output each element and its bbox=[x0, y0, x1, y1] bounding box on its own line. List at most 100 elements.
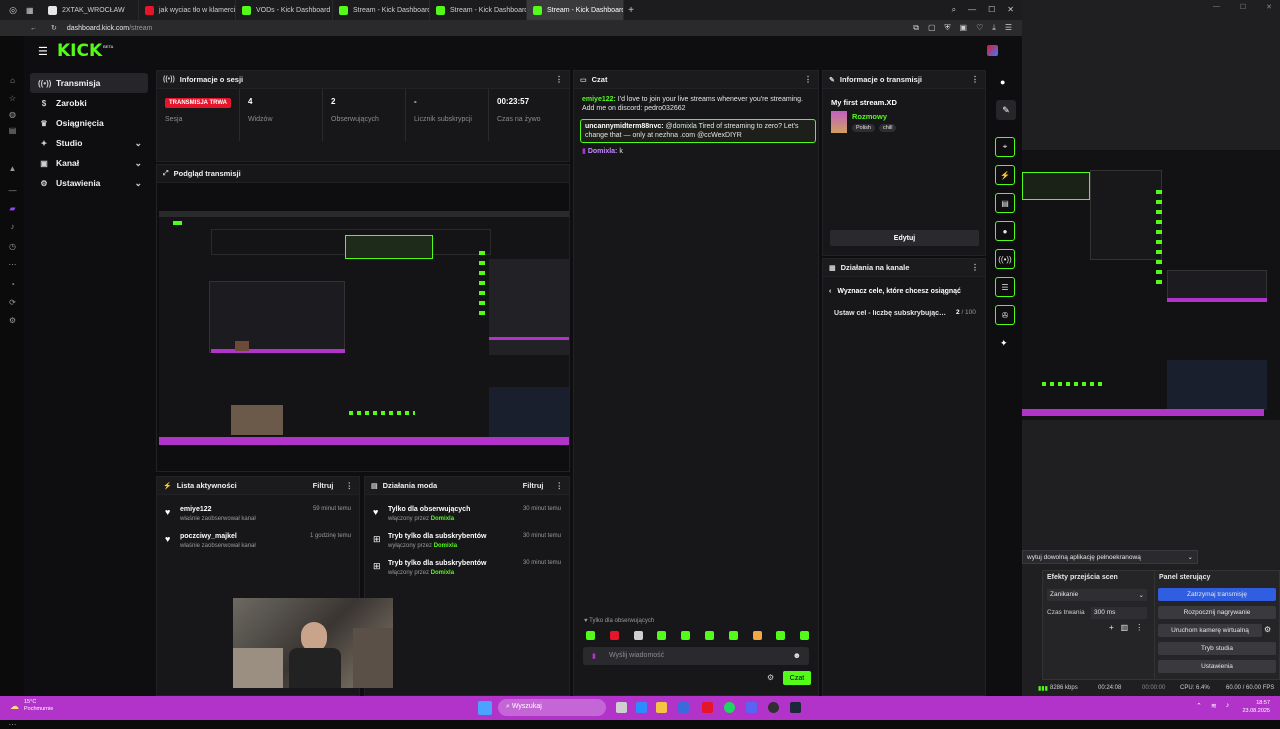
wifi-icon[interactable]: ≋ bbox=[1211, 702, 1217, 710]
emote-icon[interactable] bbox=[752, 631, 762, 640]
file-explorer-icon[interactable] bbox=[656, 702, 667, 713]
fullscreen-app-select[interactable]: wytuj dowolną aplikację pełnoekranową ⌄ bbox=[1022, 550, 1198, 564]
chat-message[interactable]: ▮ Domixla: k bbox=[582, 147, 814, 156]
camera-icon[interactable]: ⧉ bbox=[913, 23, 919, 33]
activity-filter-button[interactable]: Filtruj bbox=[313, 481, 334, 490]
mod-action-item[interactable]: ⊞ Tryb tylko dla subskrybentów wyłączony p… bbox=[373, 532, 561, 558]
taskbar-clock[interactable]: 18:57 23.08.2025 bbox=[1242, 699, 1270, 715]
steam-icon[interactable] bbox=[790, 702, 801, 713]
chat-message-highlighted[interactable]: uncannymidterm88nvc: @domixla Tired of s… bbox=[580, 119, 816, 143]
chat-input[interactable]: ▮ Wyślij wiadomość ☻ bbox=[583, 647, 809, 665]
home-icon[interactable]: ⌂ bbox=[8, 76, 17, 85]
browser-tab[interactable]: Stream - Kick Dashboard bbox=[527, 0, 624, 20]
edit-button[interactable]: Edytuj bbox=[830, 230, 979, 246]
mod-filter-button[interactable]: Filtruj bbox=[523, 481, 544, 490]
emote-icon[interactable] bbox=[657, 631, 667, 640]
sidebar-item-4[interactable]: ▣ Kanał ⌄ bbox=[30, 153, 148, 173]
goal-item[interactable]: Ustaw cel - liczbę subskrybujących bbox=[834, 310, 949, 317]
activity-item[interactable]: ♥ poczciwy_majkel właśnie zaobserwował kan… bbox=[165, 532, 351, 558]
sync-icon[interactable]: ⟳ bbox=[8, 298, 17, 307]
discord-icon[interactable] bbox=[746, 702, 757, 713]
browser-tab[interactable]: jak wyciac tło w klamercie bbox=[139, 0, 236, 20]
obs-control-button[interactable]: Zatrzymaj transmisję bbox=[1158, 588, 1276, 601]
emote-icon[interactable] bbox=[609, 631, 619, 640]
chat-bubble-icon[interactable]: ● bbox=[995, 221, 1015, 241]
sidebar-item-5[interactable]: ⚙ Ustawienia ⌄ bbox=[30, 173, 148, 193]
opera-gx-icon[interactable] bbox=[702, 702, 713, 713]
spotify-icon[interactable] bbox=[724, 702, 735, 713]
download-icon[interactable]: ⤓ bbox=[992, 23, 996, 33]
heart-icon[interactable]: ♡ bbox=[976, 23, 983, 33]
more-options-icon[interactable]: ⋮ bbox=[804, 75, 812, 84]
more-icon[interactable]: ⋯ bbox=[8, 260, 17, 269]
extension-icon[interactable]: ▣ bbox=[960, 23, 968, 33]
more-options-icon[interactable]: ⋮ bbox=[555, 75, 563, 84]
messenger-icon[interactable]: ◍ bbox=[8, 110, 17, 119]
info-icon[interactable]: ● bbox=[1000, 77, 1005, 87]
hamburger-menu-icon[interactable]: ☰ bbox=[38, 45, 48, 58]
transition-select[interactable]: Zanikanie ⌄ bbox=[1047, 589, 1147, 601]
browser-tab[interactable]: Stream - Kick Dashboard bbox=[430, 0, 527, 20]
wrench-icon[interactable]: ✇ bbox=[995, 305, 1015, 325]
taskbar-search[interactable]: ⌕ Wyszukaj bbox=[498, 699, 606, 716]
trash-icon[interactable]: ▥ bbox=[1121, 623, 1129, 632]
more-options-icon[interactable]: ⋮ bbox=[971, 263, 979, 272]
maximize-button[interactable]: ☐ bbox=[988, 5, 995, 15]
chat-send-button[interactable]: Czat bbox=[783, 671, 811, 685]
goal-header[interactable]: ‹ Wyznacz cele, które chcesz osiągnąć bbox=[829, 288, 961, 295]
easy-setup-icon[interactable]: ☰ bbox=[1005, 23, 1012, 33]
virtual-camera-settings-icon[interactable]: ⚙ bbox=[1264, 625, 1271, 634]
sidebar-item-3[interactable]: ✦ Studio ⌄ bbox=[30, 133, 148, 153]
activity-item[interactable]: ♥ emiye122 właśnie zaobserwował kanał 59 mi… bbox=[165, 505, 351, 531]
sidebar-more-icon[interactable]: ⋯ bbox=[8, 720, 17, 729]
store-icon[interactable] bbox=[678, 702, 689, 713]
browser-tab[interactable]: 2XTAK_WROCŁAW bbox=[42, 0, 139, 20]
obs-maximize-button[interactable]: ☐ bbox=[1240, 3, 1246, 13]
sidebar-item-0[interactable]: ((•)) Transmisja bbox=[30, 73, 148, 93]
emoji-icon[interactable]: ☻ bbox=[793, 651, 801, 660]
emote-icon[interactable] bbox=[586, 631, 595, 640]
obs-control-button[interactable]: Rozpocznij nagrywanie bbox=[1158, 606, 1276, 619]
browser-tab[interactable]: VODs - Kick Dashboard bbox=[236, 0, 333, 20]
obs-icon[interactable] bbox=[768, 702, 779, 713]
emote-icon[interactable] bbox=[776, 631, 786, 640]
opera-logo-icon[interactable]: ◎ bbox=[0, 0, 26, 20]
tab-menu-icon[interactable]: ▦ bbox=[26, 6, 42, 15]
history-icon[interactable]: ◷ bbox=[8, 242, 17, 251]
clock-icon[interactable]: ◔ bbox=[8, 280, 17, 289]
chat-settings-icon[interactable]: ⚙ bbox=[767, 673, 774, 682]
mod-action-item[interactable]: ♥ Tylko dla obserwujących włączony przez D… bbox=[373, 505, 561, 531]
mod-action-item[interactable]: ⊞ Tryb tylko dla subskrybentów włączony pr… bbox=[373, 559, 561, 585]
more-options-icon[interactable]: ⋮ bbox=[971, 75, 979, 84]
settings-icon[interactable]: ⚙ bbox=[8, 316, 17, 325]
line-icon[interactable]: — bbox=[8, 186, 17, 195]
emote-icon[interactable] bbox=[728, 631, 738, 640]
sidebar-item-1[interactable]: $ Zarobki bbox=[30, 93, 148, 113]
category-name[interactable]: Rozmowy bbox=[852, 112, 887, 121]
more-options-icon[interactable]: ⋮ bbox=[556, 481, 564, 490]
user-avatar[interactable] bbox=[987, 45, 998, 56]
minimize-button[interactable]: — bbox=[968, 5, 976, 15]
volume-icon[interactable]: ♪ bbox=[1226, 702, 1230, 710]
windows-start-icon[interactable] bbox=[478, 701, 492, 715]
weather-widget[interactable]: 15°C Pochmurnie bbox=[24, 699, 53, 713]
obs-close-button[interactable]: ✕ bbox=[1266, 3, 1272, 13]
clipboard-icon[interactable]: ▤ bbox=[995, 193, 1015, 213]
new-tab-button[interactable]: + bbox=[624, 5, 638, 16]
close-button[interactable]: ✕ bbox=[1007, 5, 1014, 15]
snapshot-icon[interactable]: ▢ bbox=[928, 23, 936, 33]
focus-icon[interactable]: ⌖ bbox=[995, 137, 1015, 157]
bookmark-icon[interactable]: ▤ bbox=[8, 126, 17, 135]
twitch-icon[interactable]: ▰ bbox=[8, 204, 17, 213]
puzzle-icon[interactable]: ✦ bbox=[1000, 338, 1008, 349]
emote-icon[interactable] bbox=[800, 631, 810, 640]
task-view-icon[interactable] bbox=[616, 702, 627, 713]
url-field[interactable]: dashboard.kick.com /stream bbox=[67, 25, 153, 32]
obs-control-button[interactable]: Uruchom kamerę wirtualną bbox=[1158, 624, 1262, 637]
stack-icon[interactable]: ☰ bbox=[995, 277, 1015, 297]
edge-icon[interactable] bbox=[636, 702, 647, 713]
obs-control-button[interactable]: Ustawienia bbox=[1158, 660, 1276, 673]
browser-tab[interactable]: Stream - Kick Dashboard bbox=[333, 0, 430, 20]
star-icon[interactable]: ☆ bbox=[8, 94, 17, 103]
obs-minimize-button[interactable]: — bbox=[1213, 3, 1220, 13]
